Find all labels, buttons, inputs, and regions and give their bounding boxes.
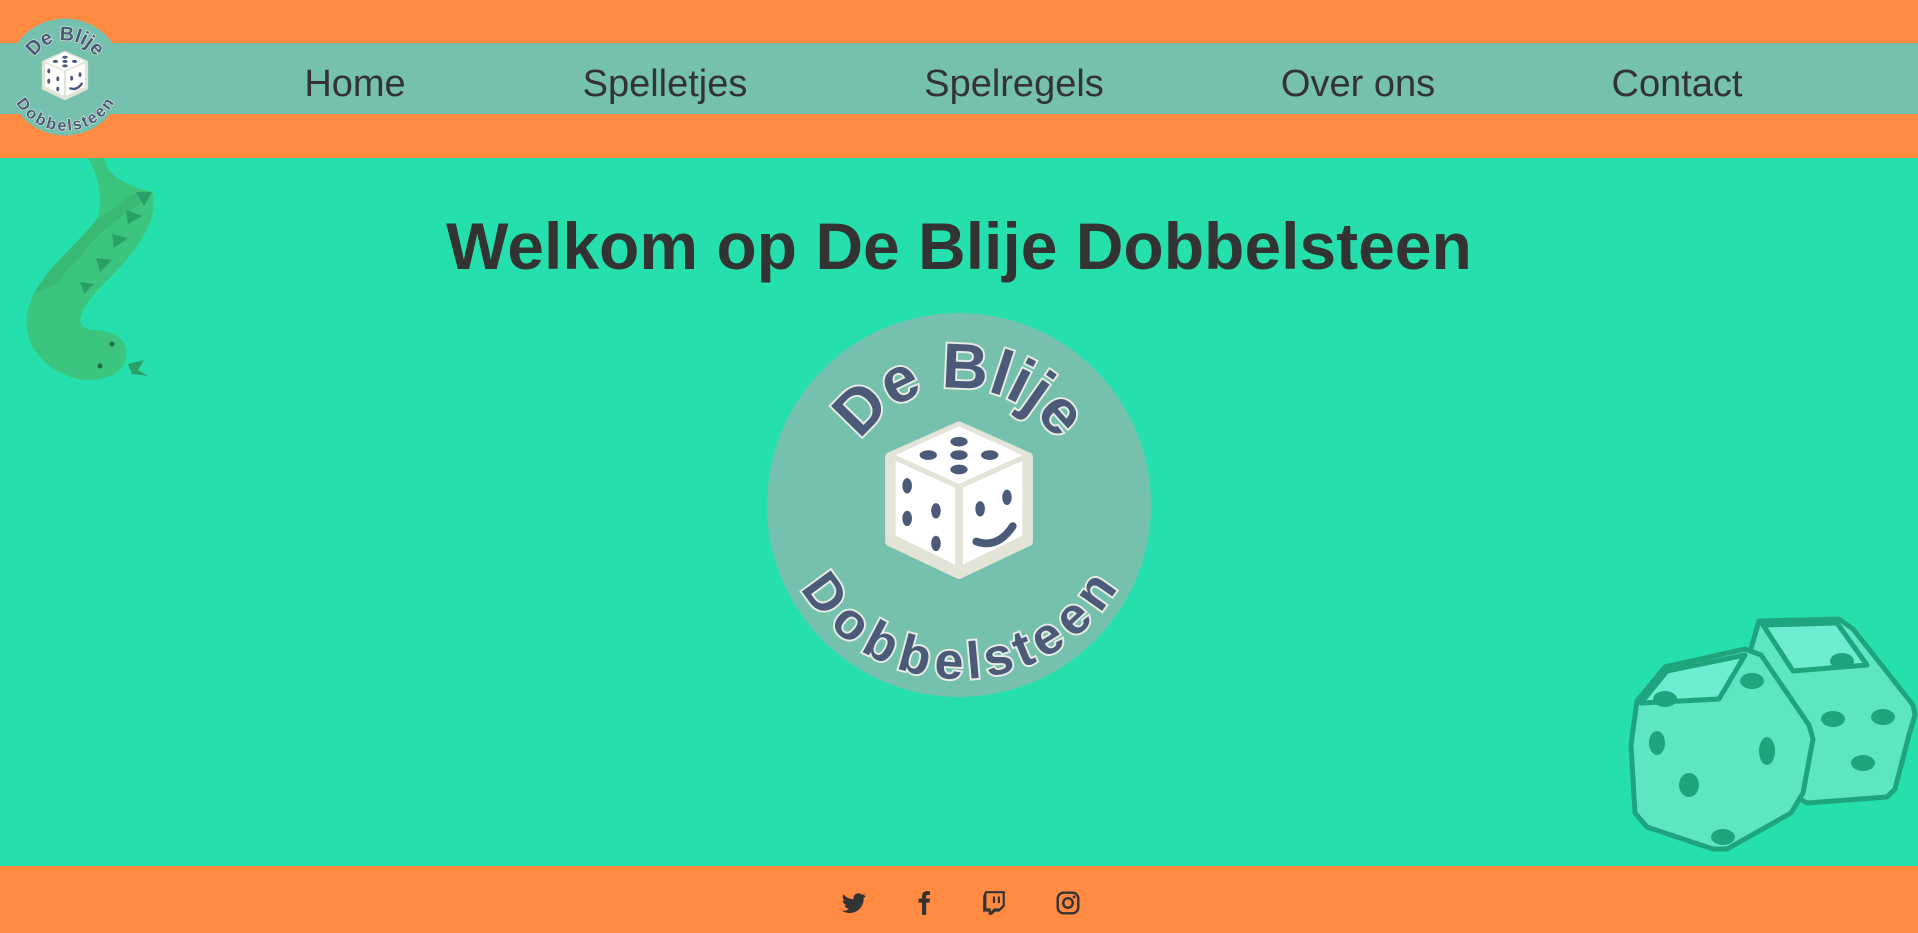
instagram-link[interactable] — [1055, 890, 1081, 916]
site-footer — [0, 866, 1918, 933]
twitter-icon — [841, 893, 867, 914]
navbar: Home Spelletjes Spelregels Over ons Cont… — [0, 43, 1918, 114]
page-title: Welkom op De Blije Dobbelsteen — [446, 209, 1472, 283]
hero-logo: De Blije Dobbelsteen — [767, 313, 1151, 697]
die-icon — [885, 421, 1033, 579]
nav-item-contact[interactable]: Contact — [1612, 43, 1743, 114]
nav-item-over-ons[interactable]: Over ons — [1281, 43, 1435, 114]
nav-item-home[interactable]: Home — [304, 43, 405, 114]
main-content: Welkom op De Blije Dobbelsteen De Blije … — [0, 158, 1918, 866]
twitch-icon — [983, 891, 1005, 915]
die-icon — [41, 50, 89, 101]
facebook-icon — [918, 891, 931, 915]
site-header: Home Spelletjes Spelregels Over ons Cont… — [0, 0, 1918, 158]
site-logo[interactable]: De Blije Dobbelsteen — [5, 15, 125, 139]
nav-item-spelregels[interactable]: Spelregels — [924, 43, 1104, 114]
facebook-link[interactable] — [911, 890, 937, 916]
twitch-link[interactable] — [981, 890, 1007, 916]
dice-decoration-icon — [1628, 616, 1918, 852]
instagram-icon — [1056, 891, 1080, 915]
nav-item-spelletjes[interactable]: Spelletjes — [583, 43, 748, 114]
twitter-link[interactable] — [841, 890, 867, 916]
